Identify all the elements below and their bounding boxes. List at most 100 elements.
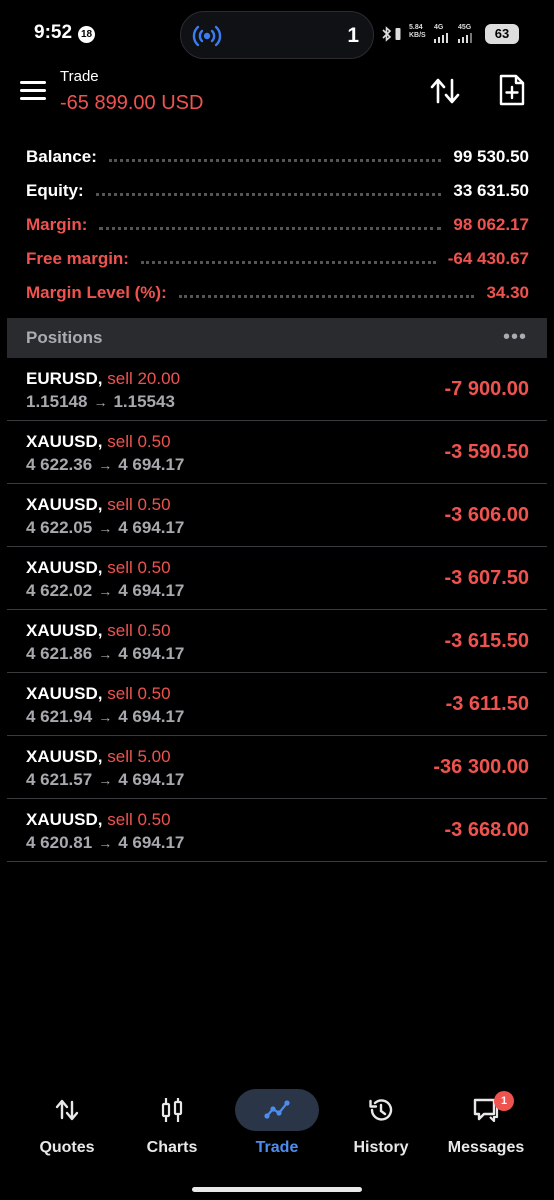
position-row[interactable]: XAUUSD, sell 0.50 4 621.86 → 4 694.17 -3 6… xyxy=(7,610,547,673)
position-row[interactable]: XAUUSD, sell 0.50 4 621.94 → 4 694.17 -3 6… xyxy=(7,673,547,736)
dynamic-island[interactable]: 1 xyxy=(180,11,374,59)
network-speed: 5.84 KB/S xyxy=(409,24,426,39)
home-indicator[interactable] xyxy=(192,1187,362,1192)
balance-value: 99 530.50 xyxy=(453,147,529,166)
dotted-leader xyxy=(140,260,436,264)
balance-label: Balance: xyxy=(26,147,97,166)
open-price: 1.15148 xyxy=(26,392,88,411)
margin-value: 98 062.17 xyxy=(453,215,529,234)
account-summary: Balance: 99 530.50 Equity: 33 631.50 Mar… xyxy=(0,140,554,310)
nav-history[interactable]: History xyxy=(331,1080,431,1170)
position-row[interactable]: XAUUSD, sell 5.00 4 621.57 → 4 694.17 -36 … xyxy=(7,736,547,799)
arrow-right-icon: → xyxy=(98,835,113,851)
new-order-icon[interactable] xyxy=(497,73,527,107)
position-side: sell 0.50 xyxy=(107,432,171,451)
margin-level-label: Margin Level (%): xyxy=(26,283,167,302)
summary-row-free-margin: Free margin: -64 430.67 xyxy=(0,242,554,276)
position-row[interactable]: XAUUSD, sell 0.50 4 620.81 → 4 694.17 -3 6… xyxy=(7,799,547,862)
nav-trade[interactable]: Trade xyxy=(227,1080,327,1170)
current-price: 4 694.17 xyxy=(118,833,185,852)
summary-row-equity: Equity: 33 631.50 xyxy=(0,174,554,208)
open-price: 4 622.05 xyxy=(26,518,93,537)
arrow-right-icon: → xyxy=(98,646,113,662)
open-price: 4 621.57 xyxy=(26,770,93,789)
summary-row-balance: Balance: 99 530.50 xyxy=(0,140,554,174)
free-margin-label: Free margin: xyxy=(26,249,129,268)
total-profit: -65 899.00 USD xyxy=(60,92,204,114)
current-price: 1.15543 xyxy=(113,392,175,411)
margin-label: Margin: xyxy=(26,215,88,234)
position-side: sell 0.50 xyxy=(107,558,171,577)
history-icon xyxy=(369,1099,393,1121)
position-side: sell 0.50 xyxy=(107,684,171,703)
current-price: 4 694.17 xyxy=(118,581,185,600)
position-row[interactable]: XAUUSD, sell 0.50 4 622.36 → 4 694.17 -3 5… xyxy=(7,421,547,484)
nav-charts-label: Charts xyxy=(146,1139,198,1156)
position-row[interactable]: EURUSD, sell 20.00 1.15148 → 1.15543 -7 90… xyxy=(7,358,547,421)
position-symbol: XAUUSD, xyxy=(26,810,103,829)
bluetooth-icon xyxy=(382,26,392,42)
sort-icon[interactable] xyxy=(428,76,462,106)
island-count: 1 xyxy=(347,24,359,47)
messages-badge: 1 xyxy=(494,1091,514,1111)
positions-list: EURUSD, sell 20.00 1.15148 → 1.15543 -7 90… xyxy=(7,358,547,862)
nav-quotes[interactable]: Quotes xyxy=(17,1080,117,1170)
current-price: 4 694.17 xyxy=(118,707,185,726)
current-price: 4 694.17 xyxy=(118,455,185,474)
position-symbol: XAUUSD, xyxy=(26,495,103,514)
position-profit: -3 590.50 xyxy=(444,441,529,463)
open-price: 4 620.81 xyxy=(26,833,93,852)
position-side: sell 5.00 xyxy=(107,747,171,766)
dotted-leader xyxy=(99,226,442,230)
position-profit: -3 668.00 xyxy=(444,819,529,841)
open-price: 4 622.36 xyxy=(26,455,93,474)
position-profit: -3 615.50 xyxy=(444,630,529,652)
nav-quotes-label: Quotes xyxy=(39,1139,95,1156)
position-symbol: XAUUSD, xyxy=(26,621,103,640)
trade-trend-icon xyxy=(264,1100,290,1119)
notification-count-badge: 18 xyxy=(78,26,95,43)
free-margin-value: -64 430.67 xyxy=(447,249,529,268)
position-symbol: EURUSD, xyxy=(26,369,103,388)
open-price: 4 621.94 xyxy=(26,707,93,726)
candlestick-icon xyxy=(161,1098,183,1122)
summary-row-margin-level: Margin Level (%): 34.30 xyxy=(0,276,554,310)
position-symbol: XAUUSD, xyxy=(26,684,103,703)
current-price: 4 694.17 xyxy=(118,644,185,663)
ellipsis-icon[interactable]: ••• xyxy=(503,327,527,347)
position-profit: -36 300.00 xyxy=(433,756,529,778)
positions-section-header[interactable]: Positions ••• xyxy=(7,318,547,358)
dotted-leader xyxy=(95,192,442,196)
positions-title: Positions xyxy=(26,328,103,347)
dotted-leader xyxy=(178,294,475,298)
broadcast-icon xyxy=(192,25,222,47)
vibrate-icon xyxy=(395,28,401,40)
position-side: sell 0.50 xyxy=(107,810,171,829)
app-header: Trade -65 899.00 USD xyxy=(0,64,554,124)
margin-level-value: 34.30 xyxy=(486,283,529,302)
open-price: 4 621.86 xyxy=(26,644,93,663)
position-profit: -3 606.00 xyxy=(444,504,529,526)
current-price: 4 694.17 xyxy=(118,518,185,537)
position-side: sell 0.50 xyxy=(107,621,171,640)
menu-icon[interactable] xyxy=(20,81,46,103)
nav-messages[interactable]: 1 Messages xyxy=(436,1080,536,1170)
arrow-right-icon: → xyxy=(93,394,108,410)
status-time: 9:52 xyxy=(34,22,73,43)
position-side: sell 20.00 xyxy=(107,369,181,388)
network-5g-label: 45G xyxy=(458,24,472,31)
position-row[interactable]: XAUUSD, sell 0.50 4 622.02 → 4 694.17 -3 6… xyxy=(7,547,547,610)
position-profit: -3 611.50 xyxy=(445,693,529,715)
open-price: 4 622.02 xyxy=(26,581,93,600)
dotted-leader xyxy=(108,158,442,162)
network-4g-label: 4G xyxy=(434,24,444,31)
nav-charts[interactable]: Charts xyxy=(122,1080,222,1170)
nav-messages-label: Messages xyxy=(447,1139,525,1156)
equity-value: 33 631.50 xyxy=(453,181,529,200)
position-symbol: XAUUSD, xyxy=(26,747,103,766)
battery-indicator: 63 xyxy=(485,24,519,44)
position-row[interactable]: XAUUSD, sell 0.50 4 622.05 → 4 694.17 -3 6… xyxy=(7,484,547,547)
arrow-right-icon: → xyxy=(98,457,113,473)
nav-trade-label: Trade xyxy=(255,1139,299,1156)
trade-screen: 9:52 18 1 5.84 KB/S 4G 45G 63 Trade -65 … xyxy=(0,0,554,1200)
